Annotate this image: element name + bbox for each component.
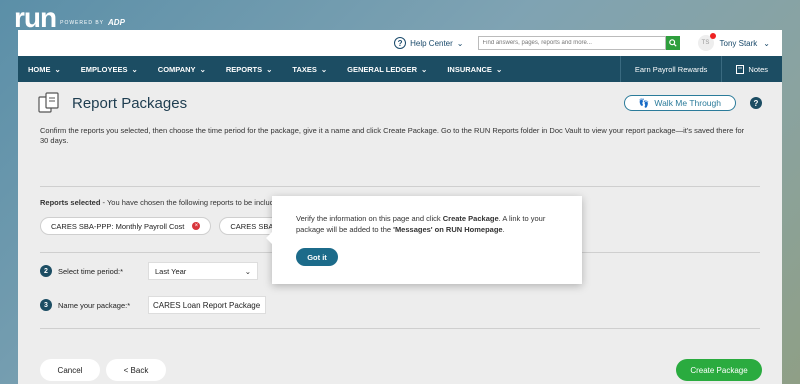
- divider: [40, 328, 760, 329]
- report-chip: CARES SBA-PPP: Monthly Payroll Cost ×: [40, 217, 212, 235]
- earn-payroll-rewards-link[interactable]: Earn Payroll Rewards: [619, 56, 722, 82]
- back-button[interactable]: < Back: [106, 359, 166, 381]
- nav-company[interactable]: COMPANY ⌄: [148, 56, 216, 82]
- adp-logo: ADP: [108, 18, 125, 27]
- popup-msg-part: Verify the information on this page and …: [296, 214, 443, 223]
- walk-me-through-label: Walk Me Through: [654, 98, 721, 108]
- top-bar: ? Help Center ⌄ TS Tony Stark ⌄: [18, 30, 782, 56]
- create-package-button[interactable]: Create Package: [676, 359, 762, 381]
- search-box: [477, 36, 680, 50]
- time-period-label: Select time period:*: [58, 266, 124, 276]
- avatar: TS: [697, 33, 716, 51]
- chevron-down-icon: ⌄: [763, 38, 770, 48]
- time-period-value: Last Year: [155, 266, 187, 276]
- chevron-down-icon: ⌄: [266, 64, 273, 74]
- nav-taxes[interactable]: TAXES ⌄: [282, 56, 337, 82]
- remove-report-icon[interactable]: ×: [192, 222, 201, 230]
- footsteps-icon: 👣: [638, 97, 650, 108]
- search-icon: [668, 39, 677, 47]
- nav-employees[interactable]: EMPLOYEES ⌄: [71, 56, 148, 82]
- user-menu[interactable]: TS Tony Stark ⌄: [697, 33, 770, 51]
- search-input[interactable]: [477, 36, 666, 50]
- nav-insurance-label: INSURANCE: [447, 64, 492, 74]
- package-name-label: Name your package:*: [58, 300, 131, 310]
- popup-msg-bold: Create Package: [442, 214, 499, 223]
- notification-dot: [709, 33, 716, 39]
- nav-company-label: COMPANY: [157, 64, 196, 74]
- reports-selected-label: Reports selected: [40, 198, 101, 207]
- popup-arrow: [266, 232, 272, 244]
- nav-insurance[interactable]: INSURANCE ⌄: [437, 56, 512, 82]
- help-circle-icon: ?: [394, 37, 407, 49]
- page-title: Report Packages: [72, 94, 188, 112]
- help-center-menu[interactable]: ? Help Center ⌄: [394, 37, 464, 49]
- notes-label: Notes: [748, 64, 768, 74]
- tooltip-popup: Verify the information on this page and …: [266, 196, 582, 284]
- help-center-label: Help Center: [410, 38, 453, 48]
- run-logo: run: [14, 2, 57, 33]
- notes-button[interactable]: Notes: [721, 56, 782, 82]
- nav-general-ledger-label: GENERAL LEDGER: [347, 64, 418, 74]
- popup-msg-bold: 'Messages' on RUN Homepage: [393, 225, 503, 234]
- notes-icon: [736, 64, 745, 74]
- walk-me-through-button[interactable]: 👣 Walk Me Through: [623, 95, 736, 111]
- chevron-down-icon: ⌄: [320, 64, 328, 74]
- package-name-input[interactable]: CARES Loan Report Package: [148, 296, 266, 314]
- chevron-down-icon: ⌄: [456, 38, 464, 48]
- nav-reports-label: REPORTS: [225, 64, 263, 74]
- nav-home[interactable]: HOME ⌄: [18, 56, 71, 82]
- time-period-select[interactable]: Last Year ⌄: [148, 262, 258, 280]
- divider: [40, 186, 760, 187]
- chevron-down-icon: ⌄: [495, 64, 503, 74]
- nav-taxes-label: TAXES: [292, 64, 317, 74]
- got-it-button[interactable]: Got it: [296, 248, 338, 266]
- chevron-down-icon: ⌄: [421, 64, 428, 74]
- nav-general-ledger[interactable]: GENERAL LEDGER ⌄: [337, 56, 437, 82]
- chevron-down-icon: ⌄: [54, 64, 61, 74]
- popup-msg-part: .: [502, 225, 505, 234]
- step-number: 3: [40, 299, 52, 311]
- chevron-down-icon: ⌄: [199, 64, 206, 74]
- brand-logo: run POWERED BY ADP: [14, 2, 125, 33]
- avatar-initials: TS: [701, 40, 710, 46]
- chevron-down-icon: ⌄: [131, 64, 138, 74]
- nav-reports[interactable]: REPORTS ⌄: [216, 56, 283, 82]
- intro-text: Confirm the reports you selected, then c…: [40, 126, 745, 145]
- report-packages-icon: [38, 92, 62, 114]
- package-name-step: 3 Name your package:* CARES Loan Report …: [40, 296, 266, 314]
- nav-employees-label: EMPLOYEES: [80, 64, 128, 74]
- nav-home-label: HOME: [28, 64, 51, 74]
- powered-by-text: POWERED BY: [60, 20, 105, 26]
- earn-payroll-rewards-label: Earn Payroll Rewards: [634, 64, 708, 74]
- time-period-step: 2 Select time period:* Last Year ⌄: [40, 262, 258, 280]
- search-button[interactable]: [665, 36, 680, 50]
- help-icon[interactable]: ?: [750, 97, 762, 109]
- popup-message: Verify the information on this page and …: [296, 213, 566, 235]
- user-name: Tony Stark: [719, 38, 758, 48]
- step-number: 2: [40, 265, 52, 277]
- main-nav: HOME ⌄ EMPLOYEES ⌄ COMPANY ⌄ REPORTS ⌄ TAXES…: [18, 56, 782, 82]
- report-chip-label: CARES SBA-PPP: Monthly Payroll Cost: [51, 221, 185, 231]
- title-row: Report Packages 👣 Walk Me Through ?: [38, 92, 762, 114]
- cancel-button[interactable]: Cancel: [40, 359, 100, 381]
- chevron-down-icon: ⌄: [244, 266, 251, 276]
